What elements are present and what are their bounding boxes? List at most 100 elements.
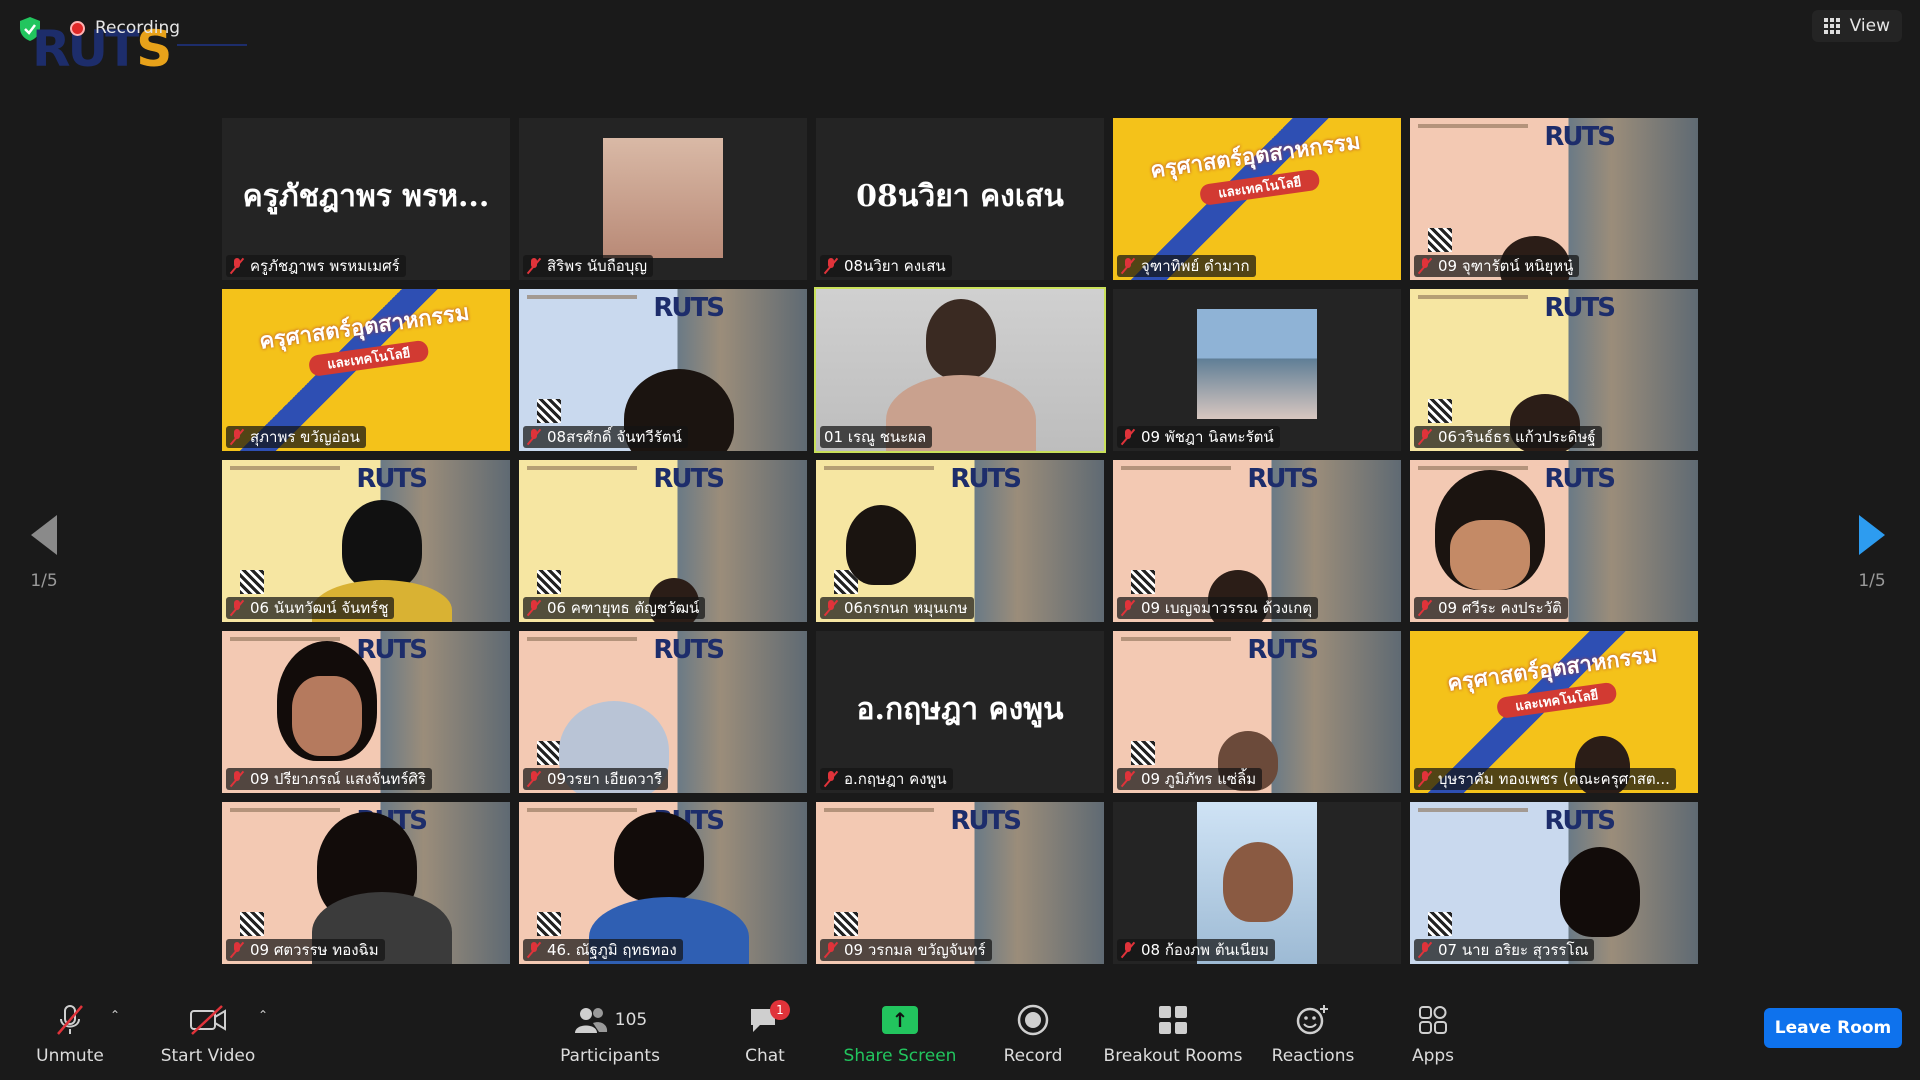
qr-code (1131, 741, 1155, 765)
audio-options-caret-icon[interactable]: ⌃ (110, 1008, 120, 1022)
mic-muted-icon (230, 600, 244, 616)
video-tile[interactable]: ครุศาสตร์อุตสาหกรรม และเทคโนโลยี จุฑาทิพย… (1113, 118, 1401, 280)
participants-icon (574, 1008, 607, 1033)
video-tile[interactable]: ครุศาสตร์อุตสาหกรรม และเทคโนโลยี บุษราคัม… (1410, 631, 1698, 793)
mic-muted-icon (824, 258, 838, 274)
participant-label: 08นวิยา คงเสน (820, 255, 952, 277)
slide-logo: RUTS (1247, 635, 1319, 665)
mic-muted-icon (527, 429, 541, 445)
mic-muted-icon (1121, 600, 1135, 616)
mic-muted-icon (527, 258, 541, 274)
top-bar: RUTS Recording View (0, 0, 1920, 74)
video-off-icon (188, 1000, 228, 1040)
participant-video (342, 500, 422, 590)
video-tile[interactable]: 08นวิยา คงเสน 08นวิยา คงเสน (816, 118, 1104, 280)
slide-logo: RUTS (1544, 464, 1616, 494)
video-tile[interactable]: RUTS 09 เบญจมาวรรณ ด้วงเกตุ (1113, 460, 1401, 622)
slide-header (824, 808, 934, 812)
video-tile[interactable]: อ.กฤษฎา คงพูน อ.กฤษฎา คงพูน (816, 631, 1104, 793)
participant-label: 09 ศตวรรษ ทองฉิม (226, 939, 385, 961)
qr-code (537, 399, 561, 423)
slide-header (1418, 808, 1528, 812)
slide-header (527, 808, 637, 812)
mic-muted-icon (1418, 429, 1432, 445)
participant-label: สุภาพร ขวัญอ่อน (226, 426, 366, 448)
view-button[interactable]: View (1811, 10, 1902, 42)
recording-indicator[interactable]: Recording (70, 18, 180, 38)
video-tile[interactable]: 08 ก้องภพ ต้นเนียม (1113, 802, 1401, 964)
video-tile[interactable]: RUTS 06กรกนก หมุนเกษ (816, 460, 1104, 622)
participant-label: 09วรยา เอียดวารี (523, 768, 669, 790)
slide-header (1121, 466, 1231, 470)
chat-button[interactable]: 1 Chat (725, 1000, 805, 1076)
video-tile[interactable]: RUTS 06วรินธ์ธร แก้วประดิษฐ์ (1410, 289, 1698, 451)
participant-face (1223, 842, 1293, 922)
recording-label: Recording (95, 18, 181, 38)
video-tile[interactable]: 09 พัชฎา นิลทะรัตน์ (1113, 289, 1401, 451)
participant-label: 09 ศวีระ คงประวัติ (1414, 597, 1568, 619)
banner-text: ครุศาสตร์อุตสาหกรรม และเทคโนโลยี (1113, 118, 1401, 217)
leave-room-button[interactable]: Leave Room (1764, 1008, 1902, 1048)
slide-header (230, 808, 340, 812)
next-page-button[interactable]: 1/5 (1842, 515, 1902, 591)
video-tile[interactable]: ครูภัชฎาพร พรห... ครูภัชฎาพร พรหมเมศร์ (222, 118, 510, 280)
share-screen-button[interactable]: Share Screen (840, 1000, 960, 1076)
mic-muted-icon (1418, 600, 1432, 616)
video-tile[interactable]: RUTS 09 ศวีระ คงประวัติ (1410, 460, 1698, 622)
mic-muted-icon (824, 600, 838, 616)
video-tile[interactable]: RUTS 08สรศักดิ์ จันทวีรัตน์ (519, 289, 807, 451)
video-tile[interactable]: ครุศาสตร์อุตสาหกรรม และเทคโนโลยี สุภาพร ข… (222, 289, 510, 451)
participant-label: 06 นันทวัฒน์ จันทร์ชู (226, 597, 395, 619)
slide-logo: RUTS (950, 806, 1022, 836)
qr-code (537, 570, 561, 594)
video-tile[interactable]: RUTS 09 ปรียาภรณ์ แสงจันทร์ศิริ (222, 631, 510, 793)
video-options-caret-icon[interactable]: ⌃ (258, 1008, 268, 1022)
qr-code (537, 741, 561, 765)
apps-icon (1419, 1006, 1447, 1034)
breakout-rooms-button[interactable]: Breakout Rooms (1100, 1000, 1246, 1076)
video-tile[interactable]: สิริพร นับถือบุญ (519, 118, 807, 280)
slide-logo: RUTS (356, 635, 428, 665)
slide-header (527, 295, 637, 299)
page-indicator-left: 1/5 (30, 571, 58, 591)
video-tile[interactable]: RUTS 07 นาย อริยะ สุวรรโณ (1410, 802, 1698, 964)
record-button[interactable]: Record (990, 1000, 1076, 1076)
reactions-button[interactable]: Reactions (1270, 1000, 1356, 1076)
video-tile[interactable]: RUTS 09 จุฑารัตน์ หนิยุหนู๋ (1410, 118, 1698, 280)
mic-muted-icon (824, 942, 838, 958)
slide-header (1418, 295, 1528, 299)
participant-label: บุษราคัม ทองเพชร (คณะครุศาสต... (1414, 768, 1676, 790)
mic-muted-icon (1121, 942, 1135, 958)
video-tile[interactable]: RUTS 46. ณัฐภูมิ ฤทธทอง (519, 802, 807, 964)
participant-label: 06วรินธ์ธร แก้วประดิษฐ์ (1414, 426, 1602, 448)
arrow-right-icon (1859, 515, 1885, 555)
start-video-button[interactable]: Start Video (158, 1000, 258, 1076)
slide-header (1121, 637, 1231, 641)
participant-label: 09 ปรียาภรณ์ แสงจันทร์ศิริ (226, 768, 432, 790)
video-tile[interactable]: RUTS 09 วรกมล ขวัญจันทร์ (816, 802, 1104, 964)
mic-muted-icon (230, 942, 244, 958)
participant-label: 06 คฑายุทธ ตัญชวัฒน์ (523, 597, 706, 619)
video-tile[interactable]: RUTS 06 คฑายุทธ ตัญชวัฒน์ (519, 460, 807, 622)
unmute-button[interactable]: Unmute (30, 1000, 110, 1076)
participant-label: อ.กฤษฎา คงพูน (820, 768, 953, 790)
video-tile[interactable]: RUTS 06 นันทวัฒน์ จันทร์ชู (222, 460, 510, 622)
grid-view-icon (1823, 18, 1840, 34)
participant-head (926, 299, 996, 379)
slide-header (1418, 466, 1528, 470)
mic-muted-icon (230, 258, 244, 274)
apps-button[interactable]: Apps (1390, 1000, 1476, 1076)
participant-label: สิริพร นับถือบุญ (523, 255, 654, 277)
participants-count: 105 (614, 1010, 648, 1030)
video-tile[interactable]: RUTS 09 ภูมิภัทร แซ่ลิ้ม (1113, 631, 1401, 793)
previous-page-button[interactable]: 1/5 (14, 515, 74, 591)
participants-button[interactable]: 105 Participants (555, 1000, 665, 1076)
mic-muted-icon (230, 429, 244, 445)
share-screen-icon (882, 1006, 918, 1034)
video-tile[interactable]: RUTS 09 ศตวรรษ ทองฉิม (222, 802, 510, 964)
participant-label: 09 จุฑารัตน์ หนิยุหนู๋ (1414, 255, 1580, 277)
active-speaker-tile[interactable]: 01 เรณู ชนะผล (814, 287, 1106, 453)
breakout-rooms-icon (1159, 1006, 1187, 1034)
slide-logo: RUTS (356, 464, 428, 494)
video-tile[interactable]: RUTS 09วรยา เอียดวารี (519, 631, 807, 793)
